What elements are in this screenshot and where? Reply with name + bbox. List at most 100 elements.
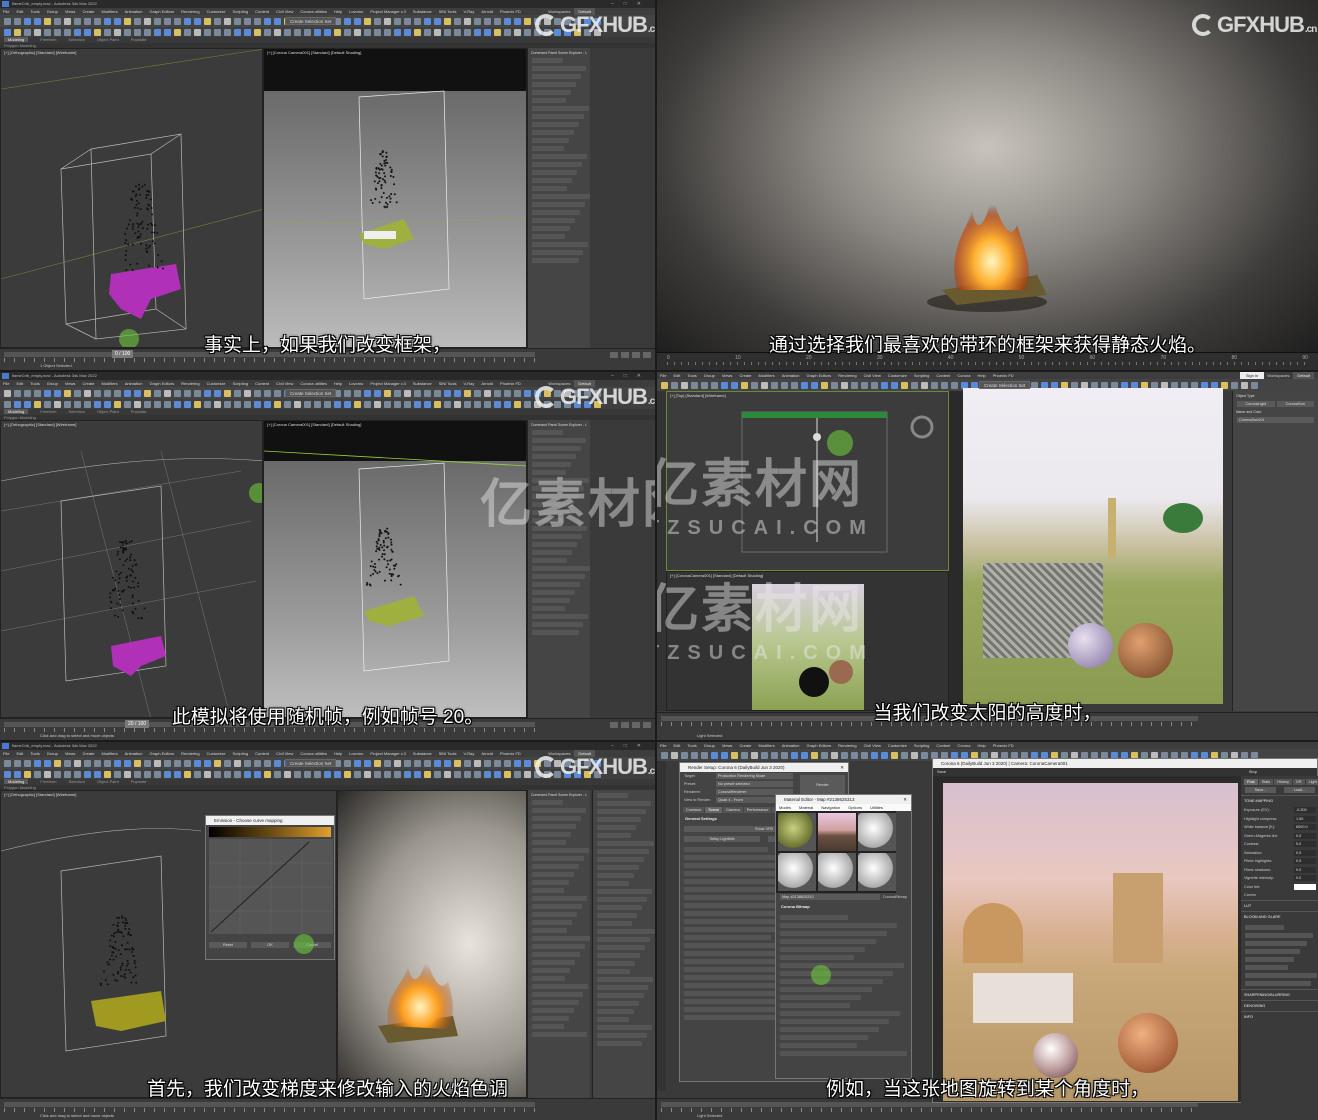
menu-item[interactable]: Customize bbox=[207, 9, 226, 14]
panel-control[interactable] bbox=[684, 975, 780, 980]
toolbar-icon[interactable] bbox=[204, 759, 211, 767]
panel-control[interactable] bbox=[532, 598, 571, 603]
toolbar-icon[interactable] bbox=[134, 17, 141, 25]
panel-control[interactable] bbox=[532, 130, 575, 135]
panel-control[interactable] bbox=[532, 630, 579, 635]
panel-control[interactable] bbox=[532, 606, 566, 611]
menu-item[interactable]: Help bbox=[334, 751, 342, 756]
menu-item[interactable]: Group bbox=[47, 751, 58, 756]
selection-set-dropdown[interactable]: Create Selection Set bbox=[285, 389, 337, 397]
panel-control[interactable] bbox=[597, 801, 651, 806]
toolbar-icon[interactable] bbox=[881, 751, 888, 759]
param-spinner[interactable]: 0.0 bbox=[1294, 832, 1316, 839]
setup-lightmix-button[interactable]: Setup LightMix bbox=[684, 836, 760, 842]
sign-in-button[interactable]: Sign In bbox=[1239, 372, 1265, 379]
menu-item[interactable]: Rendering bbox=[181, 751, 199, 756]
panel-control[interactable] bbox=[532, 226, 571, 231]
viewport-label[interactable]: [+] [Orthographic] [Standard] [Wireframe… bbox=[4, 422, 76, 427]
toolbar-icon[interactable] bbox=[931, 381, 938, 389]
ribbon-tab[interactable]: Modeling bbox=[4, 37, 29, 42]
panel-control[interactable] bbox=[684, 887, 777, 892]
menu-item[interactable]: Tools bbox=[687, 743, 696, 748]
toolbar-icon[interactable] bbox=[4, 400, 11, 408]
menu-item[interactable]: Options bbox=[848, 805, 862, 810]
time-slider[interactable] bbox=[4, 1102, 535, 1107]
toolbar-icon[interactable] bbox=[174, 389, 181, 397]
toolbar-icon[interactable] bbox=[54, 17, 61, 25]
panel-control[interactable] bbox=[597, 969, 631, 974]
menu-item[interactable]: File bbox=[3, 9, 9, 14]
toolbar-icon[interactable] bbox=[881, 381, 888, 389]
toolbar-icon[interactable] bbox=[364, 759, 371, 767]
panel-control[interactable] bbox=[532, 1000, 579, 1005]
toolbar-icon[interactable] bbox=[761, 751, 768, 759]
toolbar-icon[interactable] bbox=[334, 400, 341, 408]
panel-control[interactable] bbox=[532, 542, 578, 547]
toolbar-icon[interactable] bbox=[234, 28, 241, 36]
panel-control[interactable] bbox=[684, 927, 785, 932]
menu-item[interactable]: Civil View bbox=[864, 373, 881, 378]
toolbar-icon[interactable] bbox=[144, 389, 151, 397]
toolbar-icon[interactable] bbox=[154, 759, 161, 767]
toolbar-icon[interactable] bbox=[144, 28, 151, 36]
toolbar-icon[interactable] bbox=[74, 28, 81, 36]
toolbar-icon[interactable] bbox=[324, 28, 331, 36]
menu-item[interactable]: Graph Editors bbox=[149, 9, 174, 14]
toolbar-icon[interactable] bbox=[474, 28, 481, 36]
menu-item[interactable]: Create bbox=[739, 373, 751, 378]
toolbar-icon[interactable] bbox=[871, 751, 878, 759]
toolbar-icon[interactable] bbox=[374, 389, 381, 397]
toolbar-icon[interactable] bbox=[414, 389, 421, 397]
toolbar-icon[interactable] bbox=[134, 28, 141, 36]
toolbar-icon[interactable] bbox=[174, 759, 181, 767]
menu-item[interactable]: Edit bbox=[16, 9, 23, 14]
toolbar-icon[interactable] bbox=[144, 770, 151, 778]
toolbar-icon[interactable] bbox=[494, 28, 501, 36]
panel-control[interactable] bbox=[532, 138, 570, 143]
toolbar-icon[interactable] bbox=[414, 400, 421, 408]
panel-control[interactable] bbox=[532, 186, 568, 191]
toolbar-icon[interactable] bbox=[454, 770, 461, 778]
toolbar-icon[interactable] bbox=[921, 751, 928, 759]
panel-control[interactable] bbox=[597, 1017, 629, 1022]
toolbar-icon[interactable] bbox=[204, 389, 211, 397]
toolbar-icon[interactable] bbox=[911, 381, 918, 389]
toolbar-icon[interactable] bbox=[404, 28, 411, 36]
toolbar-icon[interactable] bbox=[14, 389, 21, 397]
toolbar-icon[interactable] bbox=[374, 770, 381, 778]
toolbar-icon[interactable] bbox=[64, 400, 71, 408]
toolbar-icon[interactable] bbox=[24, 389, 31, 397]
close-icon[interactable]: ✕ bbox=[903, 795, 907, 804]
panel-control[interactable] bbox=[597, 977, 654, 982]
toolbar-icon[interactable] bbox=[404, 389, 411, 397]
panel-control[interactable] bbox=[1245, 932, 1313, 938]
toolbar-icon[interactable] bbox=[514, 770, 521, 778]
window-controls[interactable]: –□✕ bbox=[611, 372, 651, 380]
toolbar-icon[interactable] bbox=[841, 751, 848, 759]
panel-control[interactable] bbox=[780, 1051, 907, 1056]
menu-item[interactable]: Scripting bbox=[914, 743, 930, 748]
tone-mapping-rollout[interactable]: TONE MAPPING bbox=[1241, 795, 1318, 806]
toolbar-icon[interactable] bbox=[304, 770, 311, 778]
menu-item[interactable]: SiNi Tools bbox=[439, 381, 457, 386]
param-spinner[interactable]: 5.0 bbox=[1294, 841, 1316, 848]
toolbar-icon[interactable] bbox=[701, 751, 708, 759]
toolbar-icon[interactable] bbox=[114, 400, 121, 408]
menu-item[interactable]: Create bbox=[82, 9, 94, 14]
toolbar-icon[interactable] bbox=[284, 28, 291, 36]
name-color-rollout[interactable]: Name and Color bbox=[1236, 410, 1315, 414]
toolbar-icon[interactable] bbox=[314, 400, 321, 408]
toolbar-icon[interactable] bbox=[254, 400, 261, 408]
param-spinner[interactable]: 0.0 bbox=[1294, 866, 1316, 873]
toolbar-icon[interactable] bbox=[494, 759, 501, 767]
toolbar-icon[interactable] bbox=[124, 17, 131, 25]
toolbar-icon[interactable] bbox=[354, 400, 361, 408]
toolbar-icon[interactable] bbox=[204, 400, 211, 408]
toolbar-icon[interactable] bbox=[524, 400, 531, 408]
toolbar-icon[interactable] bbox=[254, 28, 261, 36]
toolbar-icon[interactable] bbox=[464, 770, 471, 778]
panel-control[interactable] bbox=[597, 809, 646, 814]
menu-item[interactable]: Customize bbox=[888, 743, 907, 748]
command-panel-tabs[interactable]: Command Panel Scene Explorer - Layer Exp… bbox=[531, 423, 587, 427]
curve-graph[interactable] bbox=[209, 839, 333, 934]
